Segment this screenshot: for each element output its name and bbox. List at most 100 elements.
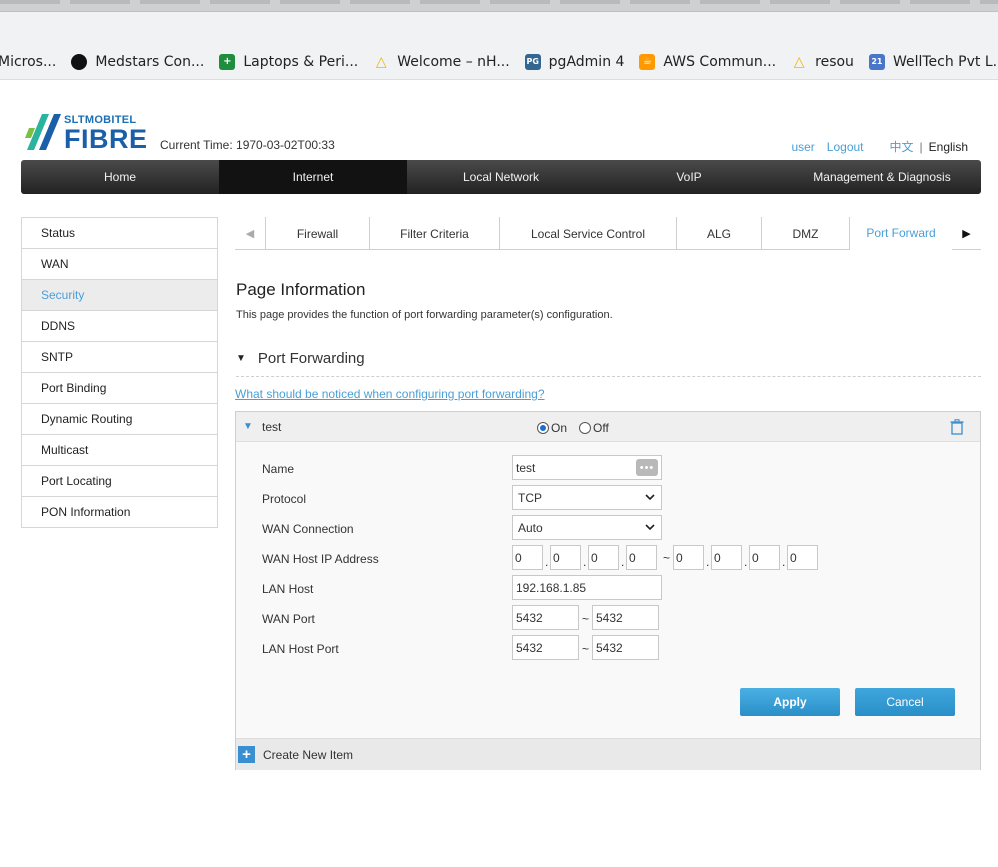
nav-home[interactable]: Home: [21, 160, 219, 194]
drive-icon: △: [793, 53, 805, 70]
logout-link[interactable]: Logout: [827, 140, 864, 154]
lang-cn-link[interactable]: 中文: [890, 138, 914, 155]
radio-off-label: Off: [593, 421, 609, 435]
ip-start-octet-4[interactable]: 0: [626, 545, 657, 570]
logo-main-text: FIBRE: [64, 124, 148, 154]
bookmark-label: WellTech Pvt L...: [892, 53, 998, 70]
protocol-select[interactable]: TCP: [512, 485, 662, 510]
sidebar-item-multicast[interactable]: Multicast: [22, 435, 217, 466]
lan-host-input[interactable]: 192.168.1.85: [512, 575, 662, 600]
expand-arrow-icon[interactable]: ▼: [243, 421, 253, 432]
logo: SLTMOBITEL FIBRE: [25, 110, 148, 155]
current-time: Current Time: 1970-03-02T00:33: [160, 138, 335, 152]
sidebar-item-ddns[interactable]: DDNS: [22, 311, 217, 342]
browser-tabstrip: [0, 0, 998, 12]
bookmark-item[interactable]: ☕ AWS Commun...: [639, 53, 776, 70]
user-link[interactable]: user: [791, 140, 814, 154]
range-tilde: ~: [663, 551, 671, 565]
bookmarks-bar: Micros... Medstars Con... + Laptops & Per…: [0, 44, 998, 80]
bookmark-item[interactable]: + Laptops & Peri...: [219, 53, 359, 70]
tab-port-forward[interactable]: Port Forward: [850, 217, 952, 250]
wan-connection-select[interactable]: Auto: [512, 515, 662, 540]
bookmark-label: pgAdmin 4: [548, 53, 625, 70]
sidebar-item-sntp[interactable]: SNTP: [22, 342, 217, 373]
ip-dot: .: [583, 555, 587, 569]
nav-management-diagnosis[interactable]: Management & Diagnosis: [783, 160, 981, 194]
tab-alg[interactable]: ALG: [677, 217, 762, 250]
section-header[interactable]: ▼ Port Forwarding: [236, 350, 365, 367]
sidebar-item-wan[interactable]: WAN: [22, 249, 217, 280]
ip-start-octet-3[interactable]: 0: [588, 545, 619, 570]
tab-local-service-control[interactable]: Local Service Control: [500, 217, 677, 250]
radio-on[interactable]: On: [537, 421, 567, 435]
sidebar-item-status[interactable]: Status: [22, 218, 217, 249]
sidebar-item-security[interactable]: Security: [22, 280, 217, 311]
wan-port-label: WAN Port: [262, 612, 315, 626]
collapse-arrow-icon: ▼: [236, 353, 246, 364]
sidebar-item-dynamic-routing[interactable]: Dynamic Routing: [22, 404, 217, 435]
lan-host-label: LAN Host: [262, 582, 314, 596]
port-forward-entry: ▼ test On Off Name test ••• Protocol TCP: [235, 411, 981, 770]
entry-name: test: [262, 420, 282, 434]
wan-connection-value: Auto: [518, 520, 543, 535]
bookmark-label: Laptops & Peri...: [243, 53, 359, 70]
bookmark-label: Medstars Con...: [95, 53, 205, 70]
wan-port-end-input[interactable]: 5432: [592, 605, 659, 630]
tabstrip-edge: [0, 0, 998, 4]
apply-button[interactable]: Apply: [740, 688, 840, 716]
page-title: Page Information: [236, 280, 366, 299]
sidebar-item-port-locating[interactable]: Port Locating: [22, 466, 217, 497]
delete-icon[interactable]: [950, 419, 964, 435]
ip-end-octet-4[interactable]: 0: [787, 545, 818, 570]
notice-link[interactable]: What should be noticed when configuring …: [235, 387, 545, 401]
bookmark-item[interactable]: PG pgAdmin 4: [524, 53, 625, 70]
name-value: test: [516, 460, 536, 475]
chevron-down-icon: [645, 492, 655, 504]
aws-icon: ☕: [639, 53, 656, 70]
ip-end-octet-1[interactable]: 0: [673, 545, 704, 570]
ip-dot: .: [545, 555, 549, 569]
lan-port-end-input[interactable]: 5432: [592, 635, 659, 660]
nav-local-network[interactable]: Local Network: [407, 160, 595, 194]
bookmark-item[interactable]: Medstars Con...: [71, 53, 205, 70]
name-input[interactable]: test •••: [512, 455, 662, 480]
wan-port-start-input[interactable]: 5432: [512, 605, 579, 630]
tabs-left-arrow-icon[interactable]: ◀: [235, 217, 266, 250]
sidebar-item-pon-information[interactable]: PON Information: [22, 497, 217, 528]
lan-port-start-input[interactable]: 5432: [512, 635, 579, 660]
ip-dot: .: [744, 555, 748, 569]
protocol-label: Protocol: [262, 492, 307, 506]
wan-connection-label: WAN Connection: [262, 522, 354, 536]
radio-off[interactable]: Off: [579, 421, 609, 435]
bookmark-item[interactable]: 21 WellTech Pvt L...: [868, 53, 998, 70]
cancel-button[interactable]: Cancel: [855, 688, 955, 716]
lang-separator: |: [919, 139, 923, 154]
create-new-item-link[interactable]: Create New Item: [263, 748, 353, 762]
wan-host-ip-label: WAN Host IP Address: [262, 552, 379, 566]
tabs-right-arrow-icon[interactable]: ▶: [952, 217, 981, 249]
ip-start-octet-2[interactable]: 0: [550, 545, 581, 570]
name-label: Name: [262, 462, 295, 476]
tab-filter-criteria[interactable]: Filter Criteria: [370, 217, 500, 250]
sidebar: Status WAN Security DDNS SNTP Port Bindi…: [21, 217, 218, 528]
range-tilde: ~: [582, 642, 590, 656]
bookmark-item[interactable]: △ Welcome – nH...: [373, 53, 510, 70]
pgadmin-icon: PG: [524, 53, 541, 70]
bookmark-item[interactable]: △ resou: [791, 54, 854, 70]
logo-mark-icon: [25, 114, 61, 150]
tab-dmz[interactable]: DMZ: [762, 217, 850, 250]
bookmark-item[interactable]: Micros...: [0, 54, 56, 70]
entry-header[interactable]: ▼ test On Off: [236, 412, 980, 442]
add-icon[interactable]: +: [238, 746, 255, 763]
ip-end-octet-2[interactable]: 0: [711, 545, 742, 570]
bookmark-label: Welcome – nH...: [397, 53, 510, 70]
more-options-icon[interactable]: •••: [636, 459, 658, 476]
tab-firewall[interactable]: Firewall: [266, 217, 370, 250]
lang-en-link[interactable]: English: [929, 140, 968, 154]
sidebar-item-port-binding[interactable]: Port Binding: [22, 373, 217, 404]
nav-internet[interactable]: Internet: [219, 160, 407, 194]
ip-end-octet-3[interactable]: 0: [749, 545, 780, 570]
nav-voip[interactable]: VoIP: [595, 160, 783, 194]
ip-start-octet-1[interactable]: 0: [512, 545, 543, 570]
divider: [236, 376, 981, 377]
